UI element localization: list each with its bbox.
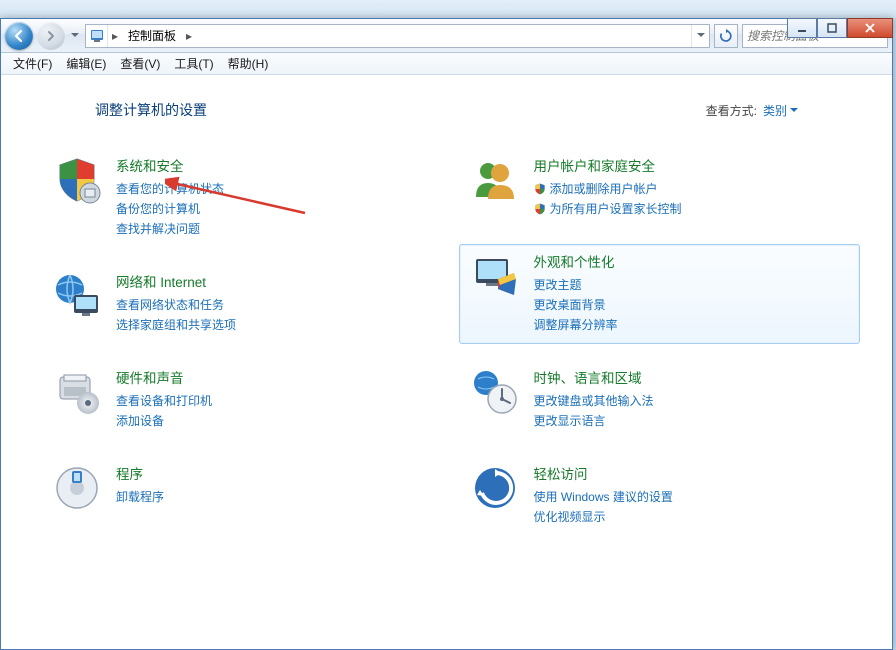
- category-left-2: 硬件和声音查看设备和打印机添加设备: [41, 360, 443, 440]
- window-controls: [787, 18, 893, 38]
- category-icon: [470, 251, 520, 301]
- category-link[interactable]: 使用 Windows 建议的设置: [534, 488, 673, 505]
- menu-tools[interactable]: 工具(T): [168, 53, 219, 74]
- category-link[interactable]: 更改显示语言: [534, 412, 654, 429]
- category-link[interactable]: 添加或删除用户帐户: [534, 180, 682, 197]
- refresh-button[interactable]: [714, 24, 738, 48]
- category-link[interactable]: 查看您的计算机状态: [116, 180, 224, 197]
- category-link[interactable]: 为所有用户设置家长控制: [534, 200, 682, 217]
- category-heading[interactable]: 时钟、语言和区域: [534, 367, 654, 387]
- category-icon: [52, 367, 102, 417]
- breadcrumb-segment[interactable]: 控制面板: [122, 25, 182, 47]
- category-heading[interactable]: 系统和安全: [116, 155, 224, 175]
- category-heading[interactable]: 硬件和声音: [116, 367, 212, 387]
- category-left-3: 程序卸载程序: [41, 456, 443, 524]
- category-link[interactable]: 更改主题: [534, 276, 618, 293]
- category-link[interactable]: 优化视频显示: [534, 508, 673, 525]
- category-icon: [470, 367, 520, 417]
- category-link[interactable]: 调整屏幕分辨率: [534, 316, 618, 333]
- categories-grid: 系统和安全查看您的计算机状态备份您的计算机查找并解决问题网络和 Internet…: [33, 148, 860, 536]
- category-link[interactable]: 添加设备: [116, 412, 212, 429]
- content-header: 调整计算机的设置 查看方式: 类别: [33, 100, 860, 120]
- navigation-bar: ▸ 控制面板 ▸: [1, 19, 892, 53]
- history-dropdown-button[interactable]: [69, 25, 81, 47]
- close-button[interactable]: [847, 18, 893, 38]
- forward-button[interactable]: [37, 22, 65, 50]
- menu-edit[interactable]: 编辑(E): [60, 53, 112, 74]
- control-panel-icon: [86, 25, 108, 47]
- category-left-1: 网络和 Internet 查看网络状态和任务选择家庭组和共享选项: [41, 264, 443, 344]
- category-link[interactable]: 查找并解决问题: [116, 220, 224, 237]
- view-mode-dropdown[interactable]: 类别: [763, 102, 798, 119]
- category-link[interactable]: 备份您的计算机: [116, 200, 224, 217]
- chevron-right-icon[interactable]: ▸: [108, 29, 122, 43]
- category-icon: [52, 463, 102, 513]
- address-bar[interactable]: ▸ 控制面板 ▸: [85, 24, 710, 48]
- back-button[interactable]: [5, 22, 33, 50]
- menu-file[interactable]: 文件(F): [7, 53, 58, 74]
- category-heading[interactable]: 程序: [116, 463, 164, 483]
- category-link[interactable]: 更改键盘或其他输入法: [534, 392, 654, 409]
- category-body: 用户帐户和家庭安全添加或删除用户帐户为所有用户设置家长控制: [534, 155, 682, 217]
- menu-bar: 文件(F) 编辑(E) 查看(V) 工具(T) 帮助(H): [1, 53, 892, 75]
- category-heading[interactable]: 轻松访问: [534, 463, 673, 483]
- category-link[interactable]: 查看网络状态和任务: [116, 296, 236, 313]
- category-body: 外观和个性化更改主题更改桌面背景调整屏幕分辨率: [534, 251, 618, 333]
- category-icon: [52, 271, 102, 321]
- category-link[interactable]: 选择家庭组和共享选项: [116, 316, 236, 333]
- category-body: 网络和 Internet 查看网络状态和任务选择家庭组和共享选项: [116, 271, 236, 333]
- category-link[interactable]: 更改桌面背景: [534, 296, 618, 313]
- category-body: 时钟、语言和区域更改键盘或其他输入法更改显示语言: [534, 367, 654, 429]
- menu-help[interactable]: 帮助(H): [222, 53, 275, 74]
- category-link[interactable]: 卸载程序: [116, 488, 164, 505]
- view-mode-label: 查看方式:: [706, 102, 757, 119]
- taskbar-strip: [0, 0, 896, 18]
- category-right-0: 用户帐户和家庭安全添加或删除用户帐户为所有用户设置家长控制: [459, 148, 861, 228]
- category-right-1: 外观和个性化更改主题更改桌面背景调整屏幕分辨率: [459, 244, 861, 344]
- menu-view[interactable]: 查看(V): [114, 53, 166, 74]
- category-heading[interactable]: 外观和个性化: [534, 251, 618, 271]
- category-body: 系统和安全查看您的计算机状态备份您的计算机查找并解决问题: [116, 155, 224, 237]
- category-body: 轻松访问使用 Windows 建议的设置优化视频显示: [534, 463, 673, 525]
- category-icon: [470, 463, 520, 513]
- category-icon: [470, 155, 520, 205]
- minimize-button[interactable]: [787, 18, 817, 38]
- window-frame: ▸ 控制面板 ▸ 文件(F) 编辑(E) 查看(V) 工具(T) 帮助(H) 调…: [0, 18, 893, 650]
- page-title: 调整计算机的设置: [95, 100, 207, 120]
- chevron-down-icon: [790, 108, 798, 113]
- chevron-right-icon[interactable]: ▸: [182, 29, 196, 43]
- left-column: 系统和安全查看您的计算机状态备份您的计算机查找并解决问题网络和 Internet…: [41, 148, 443, 536]
- category-left-0: 系统和安全查看您的计算机状态备份您的计算机查找并解决问题: [41, 148, 443, 248]
- view-mode-value: 类别: [763, 102, 787, 119]
- category-icon: [52, 155, 102, 205]
- address-dropdown-button[interactable]: [691, 25, 709, 47]
- category-right-3: 轻松访问使用 Windows 建议的设置优化视频显示: [459, 456, 861, 536]
- category-heading[interactable]: 用户帐户和家庭安全: [534, 155, 682, 175]
- view-mode-picker: 查看方式: 类别: [706, 102, 798, 119]
- category-right-2: 时钟、语言和区域更改键盘或其他输入法更改显示语言: [459, 360, 861, 440]
- content-area: 调整计算机的设置 查看方式: 类别 系统和安全查看您的计算机状态备份您的计算机查…: [1, 76, 892, 649]
- right-column: 用户帐户和家庭安全添加或删除用户帐户为所有用户设置家长控制外观和个性化更改主题更…: [459, 148, 861, 536]
- category-body: 程序卸载程序: [116, 463, 164, 513]
- maximize-button[interactable]: [817, 18, 847, 38]
- category-heading[interactable]: 网络和 Internet: [116, 271, 236, 291]
- category-body: 硬件和声音查看设备和打印机添加设备: [116, 367, 212, 429]
- category-link[interactable]: 查看设备和打印机: [116, 392, 212, 409]
